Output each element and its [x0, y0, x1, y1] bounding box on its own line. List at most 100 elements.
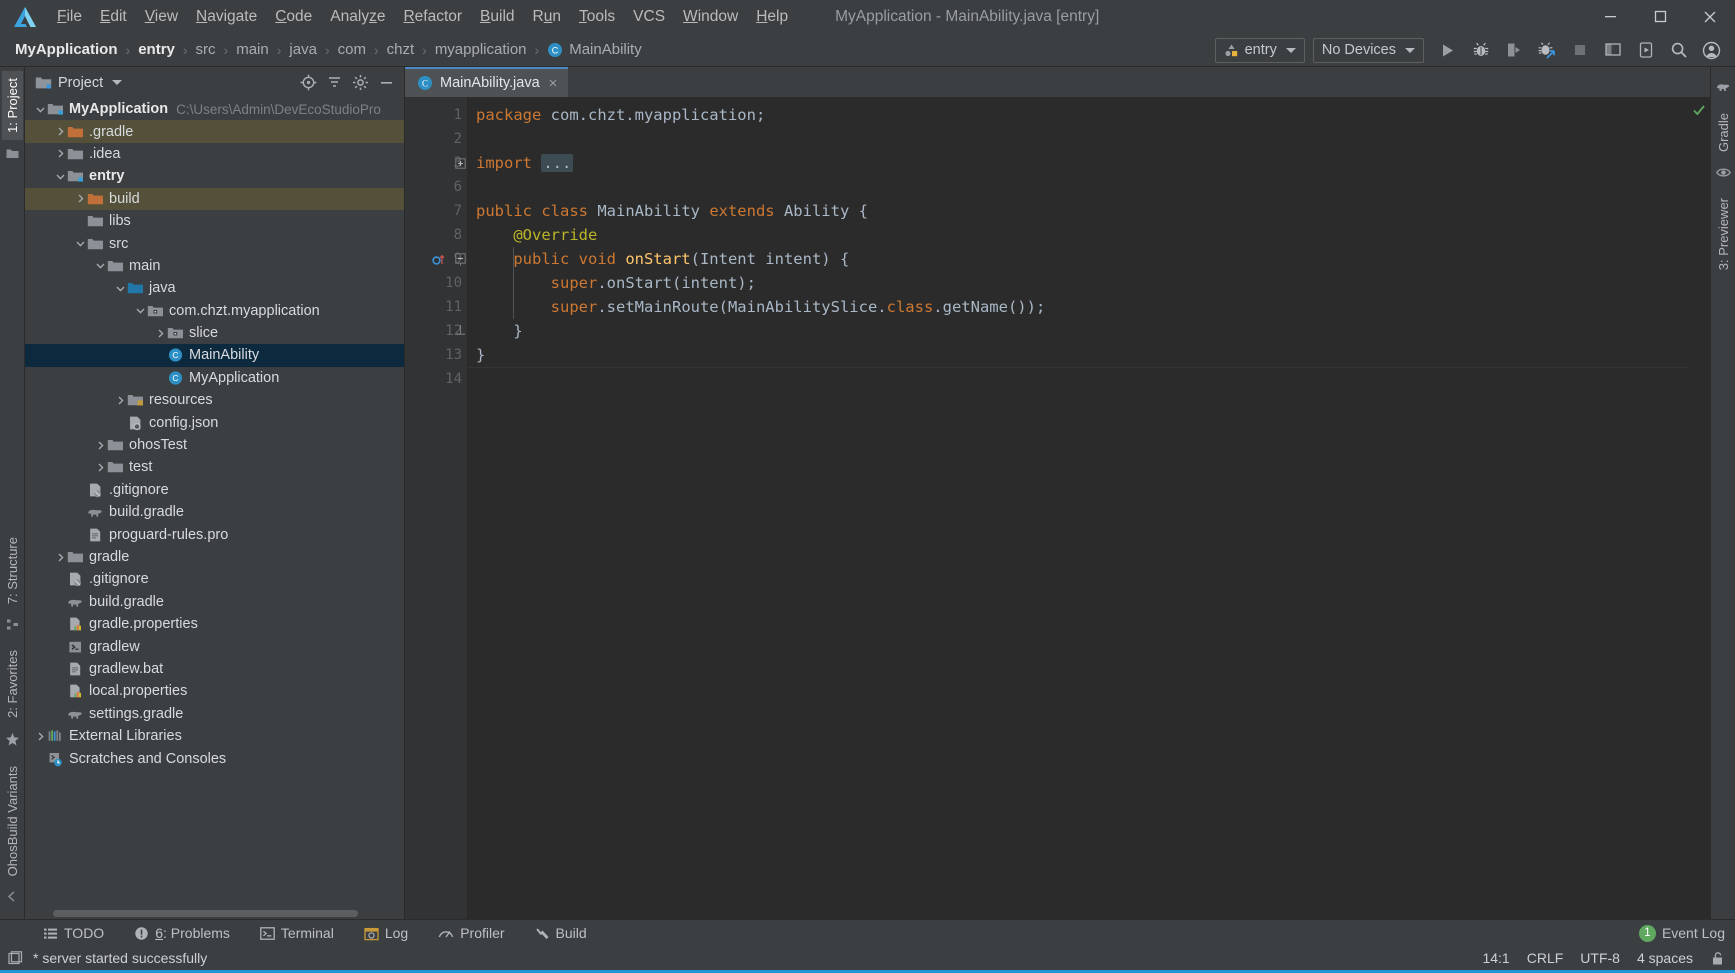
sidebar-tab-structure[interactable]: 7: Structure	[2, 530, 23, 611]
device-selector[interactable]: No Devices	[1312, 37, 1424, 63]
breadcrumb-item-myapplication[interactable]: myapplication	[432, 40, 530, 59]
menu-item-build[interactable]: Build	[471, 5, 523, 29]
breadcrumb-item-mainability[interactable]: C MainAbility	[544, 40, 645, 59]
menu-item-view[interactable]: View	[136, 5, 187, 29]
gutter-line-6[interactable]: 6	[405, 175, 467, 199]
tree-item-gradlew[interactable]: gradlew	[25, 635, 404, 657]
tree-item-gradle-properties[interactable]: gradle.properties	[25, 613, 404, 635]
tree-item-build-gradle[interactable]: build.gradle	[25, 591, 404, 613]
bottom-tool-build[interactable]: Build	[526, 922, 596, 944]
gutter-line-2[interactable]: 2	[405, 127, 467, 151]
attach-debugger-button[interactable]	[1498, 36, 1529, 64]
chevron-right-icon[interactable]	[73, 192, 87, 206]
sidebar-tab-ohosbuild-variants[interactable]: OhosBuild Variants	[2, 759, 23, 883]
tree-item--gitignore[interactable]: .gitignore	[25, 568, 404, 590]
collapse-all-button[interactable]	[322, 71, 346, 95]
menu-item-tools[interactable]: Tools	[570, 5, 624, 29]
breadcrumb-item-entry[interactable]: entry	[135, 40, 178, 59]
tree-item-local-properties[interactable]: local.properties	[25, 680, 404, 702]
tree-item--gitignore[interactable]: .gitignore	[25, 479, 404, 501]
structure-quick-icon[interactable]	[6, 147, 19, 165]
editor-gutter[interactable]: 1 2 3 6 7 8 9 10 11 12 13 14	[405, 97, 467, 919]
indent-setting[interactable]: 4 spaces	[1637, 950, 1693, 966]
project-tree[interactable]: MyApplication C:\Users\Admin\DevEcoStudio…	[25, 98, 404, 919]
tree-item-main[interactable]: main	[25, 255, 404, 277]
line-separator[interactable]: CRLF	[1527, 950, 1564, 966]
breadcrumb-item-com[interactable]: com	[335, 40, 369, 59]
window-icon[interactable]	[8, 950, 23, 966]
code-line-14[interactable]	[467, 367, 1688, 391]
tree-item-mainability[interactable]: C MainAbility	[25, 344, 404, 367]
gutter-line-10[interactable]: 10	[405, 271, 467, 295]
fold-collapse-icon[interactable]	[455, 252, 466, 266]
tree-item-gradlew-bat[interactable]: gradlew.bat	[25, 658, 404, 680]
tree-item-settings-gradle[interactable]: settings.gradle	[25, 703, 404, 725]
maximize-button[interactable]	[1635, 0, 1685, 33]
gutter-line-13[interactable]: 13	[405, 343, 467, 367]
tree-item-build-gradle[interactable]: build.gradle	[25, 501, 404, 523]
override-method-marker-icon[interactable]	[432, 253, 445, 266]
chevron-right-icon[interactable]	[93, 438, 107, 452]
chevron-right-icon[interactable]	[113, 393, 127, 407]
editor-inspection-gutter[interactable]	[1688, 97, 1710, 919]
chevron-down-icon[interactable]	[133, 304, 147, 318]
chevron-right-icon[interactable]	[93, 460, 107, 474]
event-log-area[interactable]: 1 Event Log	[1638, 924, 1725, 942]
chevron-down-icon[interactable]	[53, 169, 67, 183]
bottom-tool-problems[interactable]: 6: Problems	[125, 922, 239, 944]
account-button[interactable]	[1696, 36, 1727, 64]
debug-button[interactable]	[1465, 36, 1496, 64]
code-line-10[interactable]: super.onStart(intent);	[467, 271, 1688, 295]
horizontal-scrollbar[interactable]	[53, 910, 358, 917]
chevron-down-icon[interactable]	[73, 237, 87, 251]
code-line-11[interactable]: super.setMainRoute(MainAbilitySlice.clas…	[467, 295, 1688, 319]
run-configuration-selector[interactable]: entry	[1214, 37, 1305, 63]
hide-panel-button[interactable]	[374, 71, 398, 95]
chevron-down-icon[interactable]	[33, 102, 47, 116]
menu-item-run[interactable]: Run	[524, 5, 570, 29]
gutter-line-14[interactable]: 14	[405, 367, 467, 391]
gutter-line-1[interactable]: 1	[405, 103, 467, 127]
tree-item-proguard-rules-pro[interactable]: proguard-rules.pro	[25, 523, 404, 545]
menu-item-vcs[interactable]: VCS	[624, 5, 674, 29]
tree-item-config-json[interactable]: config.json	[25, 411, 404, 433]
select-opened-file-button[interactable]	[296, 71, 320, 95]
tree-item-test[interactable]: test	[25, 456, 404, 478]
gutter-line-7[interactable]: 7	[405, 199, 467, 223]
breadcrumb-item-java[interactable]: java	[286, 40, 320, 59]
sidebar-tab-gradle[interactable]: Gradle	[1713, 106, 1734, 159]
caret-position[interactable]: 14:1	[1482, 950, 1509, 966]
menu-item-refactor[interactable]: Refactor	[394, 5, 471, 29]
gutter-line-11[interactable]: 11	[405, 295, 467, 319]
code-line-7[interactable]: public class MainAbility extends Ability…	[467, 199, 1688, 223]
collapse-left-icon[interactable]	[6, 890, 19, 908]
chevron-down-icon[interactable]	[93, 259, 107, 273]
breadcrumb-item-myapplication[interactable]: MyApplication	[12, 40, 121, 59]
fold-region-end-icon[interactable]	[455, 324, 466, 337]
menu-item-edit[interactable]: Edit	[91, 5, 136, 29]
code-line-9[interactable]: public void onStart(Intent intent) {	[467, 247, 1688, 271]
menu-item-help[interactable]: Help	[747, 5, 797, 29]
tree-item--idea[interactable]: .idea	[25, 143, 404, 165]
chevron-down-icon[interactable]	[112, 80, 123, 85]
chevron-right-icon[interactable]	[153, 326, 167, 340]
stop-button[interactable]	[1564, 36, 1595, 64]
bottom-tool-terminal[interactable]: Terminal	[251, 922, 343, 944]
minimize-button[interactable]	[1585, 0, 1635, 33]
editor-code-pane[interactable]: package com.chzt.myapplication; import .…	[467, 97, 1688, 919]
search-everywhere-button[interactable]	[1663, 36, 1694, 64]
tree-item-src[interactable]: src	[25, 232, 404, 254]
tree-item-build[interactable]: build	[25, 187, 404, 210]
tree-item-myapplication[interactable]: MyApplication C:\Users\Admin\DevEcoStudio…	[25, 98, 404, 120]
chevron-right-icon[interactable]	[53, 125, 67, 139]
tree-item-java[interactable]: java	[25, 277, 404, 299]
code-line-1[interactable]: package com.chzt.myapplication;	[467, 103, 1688, 127]
tree-item-external-libraries[interactable]: External Libraries	[25, 725, 404, 747]
menu-item-file[interactable]: File	[48, 5, 91, 29]
tree-item-myapplication[interactable]: C MyApplication	[25, 367, 404, 389]
menu-item-code[interactable]: Code	[266, 5, 321, 29]
settings-button[interactable]	[348, 71, 372, 95]
code-line-8[interactable]: @Override	[467, 223, 1688, 247]
code-line-3[interactable]: import ...	[467, 151, 1688, 175]
code-line-6[interactable]	[467, 175, 1688, 199]
